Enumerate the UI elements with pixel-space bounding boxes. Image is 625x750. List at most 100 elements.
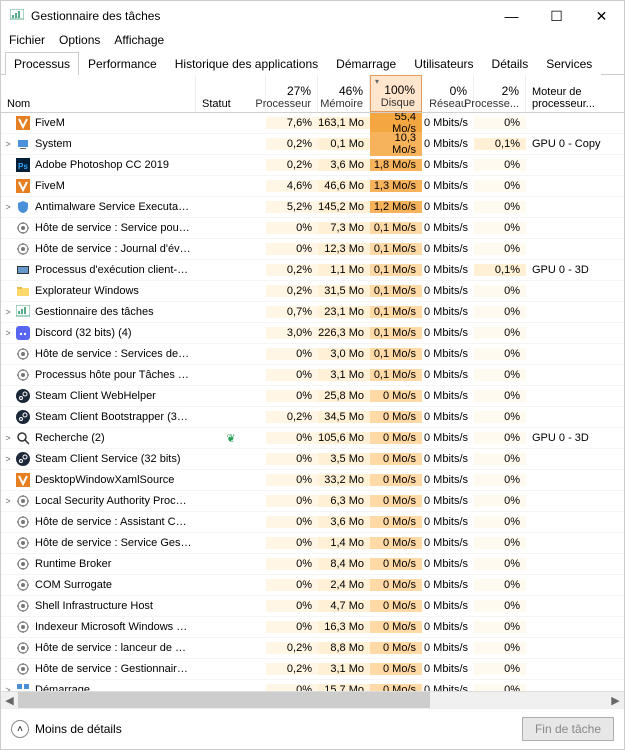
table-row[interactable]: FiveM4,6%46,6 Mo1,3 Mo/s0 Mbits/s0% bbox=[1, 176, 624, 197]
disk-cell: 1,2 Mo/s bbox=[370, 201, 422, 213]
disk-cell: 0,1 Mo/s bbox=[370, 285, 422, 297]
gpu-cell: 0% bbox=[474, 117, 526, 129]
process-name: Local Security Authority Process... bbox=[35, 495, 196, 507]
table-row[interactable]: Hôte de service : Assistant Conn...0%3,6… bbox=[1, 512, 624, 533]
table-row[interactable]: Processus d'exécution client-ser...0,2%1… bbox=[1, 260, 624, 281]
table-row[interactable]: Hôte de service : Journal d'évén...0%12,… bbox=[1, 239, 624, 260]
tab-users[interactable]: Utilisateurs bbox=[405, 52, 482, 75]
header-name[interactable]: Nom bbox=[1, 75, 196, 112]
tab-processes[interactable]: Processus bbox=[5, 52, 79, 75]
table-row[interactable]: Hôte de service : lanceur de pro...0,2%8… bbox=[1, 638, 624, 659]
expand-toggle[interactable]: > bbox=[1, 328, 15, 338]
process-icon bbox=[15, 283, 31, 299]
cpu-cell: 0% bbox=[266, 474, 318, 486]
cpu-cell: 0,2% bbox=[266, 642, 318, 654]
table-row[interactable]: Hôte de service : Service pour ut...0%7,… bbox=[1, 218, 624, 239]
menu-file[interactable]: Fichier bbox=[9, 33, 45, 47]
table-row[interactable]: >System0,2%0,1 Mo10,3 Mo/s0 Mbits/s0,1%G… bbox=[1, 134, 624, 155]
gpu-engine-cell: GPU 0 - 3D bbox=[526, 432, 624, 444]
header-cpu[interactable]: 27%Processeur bbox=[266, 75, 318, 112]
menu-view[interactable]: Affichage bbox=[114, 33, 164, 47]
memory-cell: 226,3 Mo bbox=[318, 327, 370, 339]
fewer-details-toggle[interactable]: ˄ Moins de détails bbox=[11, 720, 122, 738]
table-row[interactable]: >Gestionnaire des tâches0,7%23,1 Mo0,1 M… bbox=[1, 302, 624, 323]
table-row[interactable]: Hôte de service : Gestionnaire d...0,2%3… bbox=[1, 659, 624, 680]
memory-cell: 3,1 Mo bbox=[318, 663, 370, 675]
table-row[interactable]: FiveM7,6%163,1 Mo55,4 Mo/s0 Mbits/s0% bbox=[1, 113, 624, 134]
table-row[interactable]: Shell Infrastructure Host0%4,7 Mo0 Mo/s0… bbox=[1, 596, 624, 617]
gpu-cell: 0% bbox=[474, 453, 526, 465]
table-row[interactable]: Hôte de service : Services de chi...0%3,… bbox=[1, 344, 624, 365]
table-row[interactable]: DesktopWindowXamlSource0%33,2 Mo0 Mo/s0 … bbox=[1, 470, 624, 491]
gpu-cell: 0% bbox=[474, 180, 526, 192]
table-row[interactable]: Explorateur Windows0,2%31,5 Mo0,1 Mo/s0 … bbox=[1, 281, 624, 302]
disk-cell: 0 Mo/s bbox=[370, 495, 422, 507]
scroll-right-icon[interactable]: ▶ bbox=[607, 694, 624, 707]
minimize-button[interactable]: — bbox=[489, 1, 534, 31]
memory-cell: 46,6 Mo bbox=[318, 180, 370, 192]
expand-toggle[interactable]: > bbox=[1, 454, 15, 464]
header-gpu-engine[interactable]: Moteur de processeur... bbox=[526, 75, 624, 112]
network-cell: 0 Mbits/s bbox=[422, 621, 474, 633]
gpu-cell: 0% bbox=[474, 600, 526, 612]
table-row[interactable]: > Antimalware Service Executable 5,2%145,2… bbox=[1, 197, 624, 218]
cpu-cell: 5,2% bbox=[266, 201, 318, 213]
process-icon bbox=[15, 430, 31, 446]
cpu-cell: 0% bbox=[266, 369, 318, 381]
disk-cell: 1,8 Mo/s bbox=[370, 159, 422, 171]
network-cell: 0 Mbits/s bbox=[422, 159, 474, 171]
tab-history[interactable]: Historique des applications bbox=[166, 52, 327, 75]
tab-startup[interactable]: Démarrage bbox=[327, 52, 405, 75]
table-row[interactable]: Processus hôte pour Tâches Win...0%3,1 M… bbox=[1, 365, 624, 386]
expand-toggle[interactable]: > bbox=[1, 496, 15, 506]
network-cell: 0 Mbits/s bbox=[422, 243, 474, 255]
tab-performance[interactable]: Performance bbox=[79, 52, 166, 75]
scroll-left-icon[interactable]: ◀ bbox=[1, 694, 18, 707]
process-name: Hôte de service : Journal d'évén... bbox=[35, 243, 196, 255]
table-row[interactable]: Steam Client WebHelper0%25,8 Mo0 Mo/s0 M… bbox=[1, 386, 624, 407]
table-row[interactable]: Indexeur Microsoft Windows Se...0%16,3 M… bbox=[1, 617, 624, 638]
horizontal-scrollbar[interactable]: ◀ ▶ bbox=[1, 691, 624, 708]
expand-toggle[interactable]: > bbox=[1, 433, 15, 443]
memory-cell: 3,0 Mo bbox=[318, 348, 370, 360]
network-cell: 0 Mbits/s bbox=[422, 537, 474, 549]
process-name: Antimalware Service Executable bbox=[35, 201, 196, 213]
memory-cell: 1,4 Mo bbox=[318, 537, 370, 549]
close-button[interactable]: ✕ bbox=[579, 1, 624, 31]
process-rows: FiveM7,6%163,1 Mo55,4 Mo/s0 Mbits/s0%>Sy… bbox=[1, 113, 624, 691]
expand-toggle[interactable]: > bbox=[1, 202, 15, 212]
network-cell: 0 Mbits/s bbox=[422, 495, 474, 507]
memory-cell: 145,2 Mo bbox=[318, 201, 370, 213]
table-row[interactable]: >Discord (32 bits) (4)3,0%226,3 Mo0,1 Mo… bbox=[1, 323, 624, 344]
header-disk[interactable]: ▾100%Disque bbox=[370, 75, 422, 112]
memory-cell: 2,4 Mo bbox=[318, 579, 370, 591]
scroll-track[interactable] bbox=[18, 692, 607, 708]
header-memory[interactable]: 46%Mémoire bbox=[318, 75, 370, 112]
process-grid: Nom Statut 27%Processeur 46%Mémoire ▾100… bbox=[1, 75, 624, 691]
scroll-thumb[interactable] bbox=[18, 692, 430, 708]
end-task-button[interactable]: Fin de tâche bbox=[522, 717, 614, 741]
tab-services[interactable]: Services bbox=[537, 52, 601, 75]
expand-toggle[interactable]: > bbox=[1, 139, 15, 149]
table-row[interactable]: Hôte de service : Service Gestio...0%1,4… bbox=[1, 533, 624, 554]
process-name: COM Surrogate bbox=[35, 579, 196, 591]
tab-details[interactable]: Détails bbox=[483, 52, 538, 75]
gpu-cell: 0% bbox=[474, 558, 526, 570]
gpu-cell: 0% bbox=[474, 579, 526, 591]
disk-cell: 0,1 Mo/s bbox=[370, 306, 422, 318]
expand-toggle[interactable]: > bbox=[1, 307, 15, 317]
menu-options[interactable]: Options bbox=[59, 33, 100, 47]
table-row[interactable]: PsAdobe Photoshop CC 20190,2%3,6 Mo1,8 M… bbox=[1, 155, 624, 176]
table-row[interactable]: >Steam Client Service (32 bits)0%3,5 Mo0… bbox=[1, 449, 624, 470]
cpu-cell: 0% bbox=[266, 453, 318, 465]
menubar: Fichier Options Affichage bbox=[1, 31, 624, 51]
cpu-cell: 0,2% bbox=[266, 285, 318, 297]
table-row[interactable]: Steam Client Bootstrapper (32 b...0,2%34… bbox=[1, 407, 624, 428]
header-gpu[interactable]: 2%Processe... bbox=[474, 75, 526, 112]
maximize-button[interactable]: ☐ bbox=[534, 1, 579, 31]
table-row[interactable]: >Démarrage0%15,7 Mo0 Mo/s0 Mbits/s0% bbox=[1, 680, 624, 691]
table-row[interactable]: Runtime Broker0%8,4 Mo0 Mo/s0 Mbits/s0% bbox=[1, 554, 624, 575]
table-row[interactable]: >Recherche (2)❦0%105,6 Mo0 Mo/s0 Mbits/s… bbox=[1, 428, 624, 449]
table-row[interactable]: COM Surrogate0%2,4 Mo0 Mo/s0 Mbits/s0% bbox=[1, 575, 624, 596]
table-row[interactable]: >Local Security Authority Process...0%6,… bbox=[1, 491, 624, 512]
